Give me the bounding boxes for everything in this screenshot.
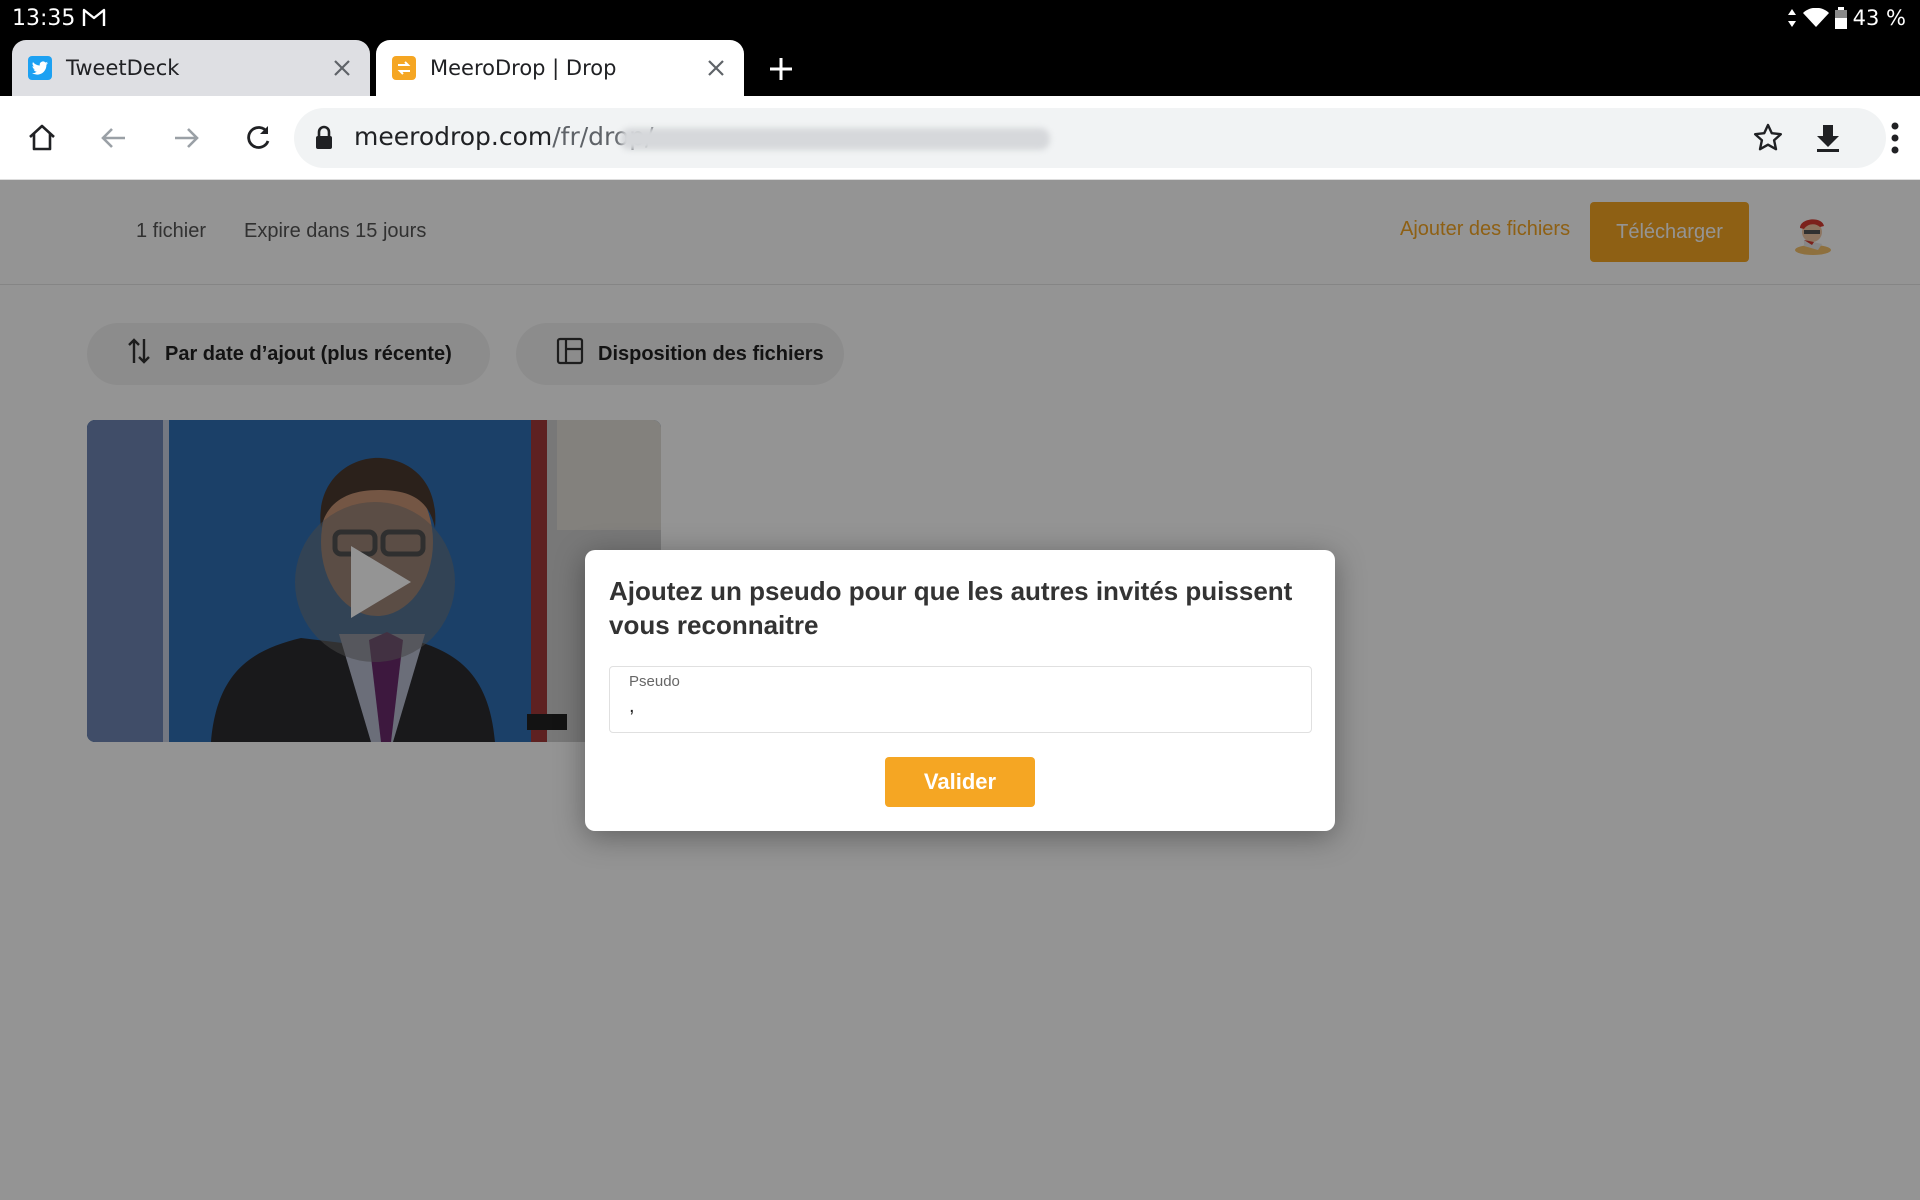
forward-icon[interactable]	[166, 118, 206, 158]
bookmark-star-icon[interactable]	[1752, 122, 1784, 159]
download-icon[interactable]	[1812, 122, 1844, 159]
dialog-title: Ajoutez un pseudo pour que les autres in…	[609, 576, 1293, 640]
lock-icon[interactable]	[314, 125, 334, 156]
blurred-url-segment	[620, 128, 1050, 150]
tab-tweetdeck[interactable]: TweetDeck	[12, 40, 370, 96]
wifi-icon	[1802, 8, 1829, 27]
close-tab-icon[interactable]	[330, 56, 354, 80]
browser-toolbar: meerodrop.com/fr/drop/	[0, 96, 1920, 180]
tab-meerodrop[interactable]: MeeroDrop | Drop	[376, 40, 744, 96]
gmail-notification-icon	[82, 8, 106, 33]
battery-icon	[1834, 7, 1847, 29]
data-transfer-icon	[1787, 9, 1796, 27]
reload-icon[interactable]	[238, 118, 278, 158]
pseudo-label: Pseudo	[629, 673, 680, 690]
url-text: meerodrop.com/fr/drop/	[354, 122, 653, 151]
status-bar: 13:35 43 %	[0, 0, 1920, 38]
status-right: 43 %	[1787, 6, 1906, 30]
submit-button[interactable]: Valider	[885, 757, 1035, 807]
pseudo-input[interactable]	[629, 695, 1289, 718]
home-icon[interactable]	[22, 118, 62, 158]
more-options-icon[interactable]	[1890, 118, 1900, 163]
meerodrop-icon	[392, 56, 416, 80]
nickname-dialog: Ajoutez un pseudo pour que les autres in…	[585, 550, 1335, 831]
status-time: 13:35	[12, 6, 76, 31]
url-domain: meerodrop.com	[354, 122, 553, 151]
tab-title: MeeroDrop | Drop	[430, 56, 617, 80]
address-bar[interactable]: meerodrop.com/fr/drop/	[294, 108, 1886, 168]
tab-strip: TweetDeck MeeroDrop | Drop	[0, 38, 1920, 96]
new-tab-icon[interactable]	[766, 54, 796, 84]
close-tab-icon[interactable]	[704, 56, 728, 80]
twitter-icon	[28, 56, 52, 80]
pseudo-field[interactable]: Pseudo	[609, 666, 1312, 733]
battery-level: 43 %	[1852, 6, 1906, 30]
back-icon[interactable]	[94, 118, 134, 158]
tab-title: TweetDeck	[66, 56, 180, 80]
